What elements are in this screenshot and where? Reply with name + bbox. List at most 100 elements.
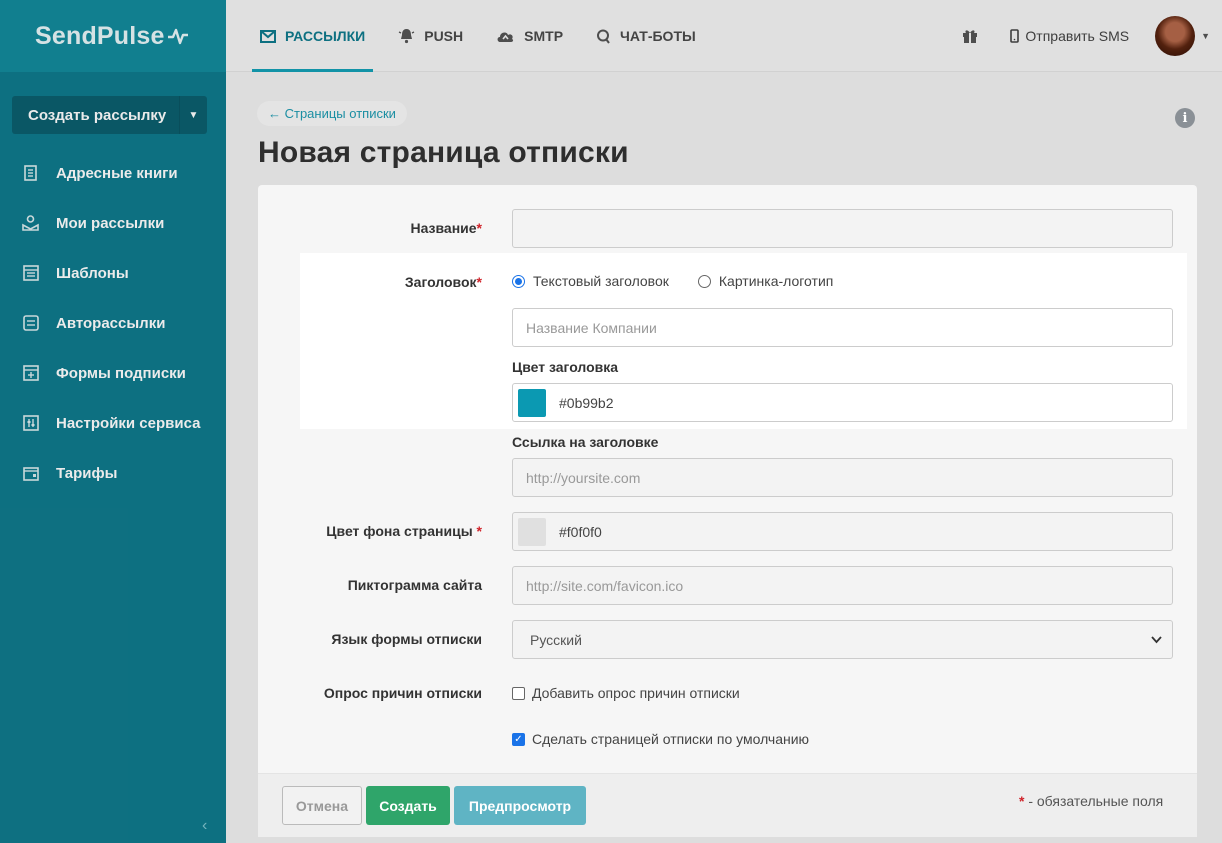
header-label: Заголовок*: [222, 274, 482, 290]
topbar: РАССЫЛКИ PUSH SMTP ЧАТ-БОТЫ Отправить SM…: [226, 0, 1222, 72]
tab-label: ЧАТ-БОТЫ: [620, 28, 696, 44]
sidebar-item-templates[interactable]: Шаблоны: [0, 248, 226, 298]
wallet-icon: [22, 465, 39, 482]
chevron-down-icon[interactable]: ▼: [1201, 31, 1210, 41]
pulse-icon: [167, 28, 188, 45]
mailings-icon: [22, 215, 39, 232]
sidebar-item-label: Мои рассылки: [56, 214, 165, 232]
sidebar-item-label: Настройки сервиса: [56, 414, 201, 432]
header-color-label: Цвет заголовка: [512, 359, 619, 375]
default-page-checkbox-row[interactable]: ✓ Сделать страницей отписки по умолчанию: [512, 731, 809, 747]
name-label-text: Название: [410, 220, 477, 236]
header-color-value: #0b99b2: [559, 394, 614, 411]
logo-area: SendPulse: [0, 0, 226, 72]
tab-label: PUSH: [424, 28, 464, 44]
tab-label: РАССЫЛКИ: [285, 28, 366, 44]
chevron-down-icon: [1151, 633, 1162, 647]
brand-logo[interactable]: SendPulse: [35, 22, 189, 51]
send-sms-link[interactable]: Отправить SMS: [1010, 28, 1129, 44]
radio-text-header[interactable]: [512, 274, 525, 288]
tab-mailings[interactable]: РАССЫЛКИ: [252, 0, 374, 72]
header-link-placeholder: http://yoursite.com: [526, 469, 641, 486]
sidebar-item-address-books[interactable]: Адресные книги: [0, 148, 226, 198]
side-nav: Адресные книги Мои рассылки Шаблоны Авто…: [0, 148, 226, 498]
favicon-placeholder: http://site.com/favicon.ico: [526, 577, 684, 594]
required-mark: *: [476, 220, 482, 236]
sidebar-item-label: Тарифы: [56, 464, 118, 482]
top-navigation: РАССЫЛКИ PUSH SMTP ЧАТ-БОТЫ: [252, 0, 721, 72]
brand-name: SendPulse: [35, 21, 165, 50]
sidebar-item-label: Шаблоны: [56, 264, 129, 282]
survey-checkbox-row[interactable]: Добавить опрос причин отписки: [512, 685, 740, 701]
forms-icon: [22, 365, 39, 382]
sidebar-item-label: Адресные книги: [56, 164, 178, 182]
bg-color-label-text: Цвет фона страницы: [326, 523, 473, 539]
breadcrumb[interactable]: ← Страницы отписки: [257, 101, 407, 126]
required-mark: *: [476, 274, 482, 290]
envelope-icon: [260, 29, 276, 43]
tab-push[interactable]: PUSH: [390, 0, 471, 72]
default-page-checkbox[interactable]: ✓: [512, 732, 525, 746]
default-page-checkbox-label[interactable]: Сделать страницей отписки по умолчанию: [532, 731, 809, 747]
favicon-label: Пиктограмма сайта: [347, 577, 482, 593]
page-title: Новая страница отписки: [258, 136, 629, 169]
create-mailing-button[interactable]: Создать рассылку ▼: [12, 96, 207, 134]
header-color-input[interactable]: #0b99b2: [512, 383, 1173, 422]
required-note-text: - обязательные поля: [1028, 793, 1164, 809]
sidebar-item-my-mailings[interactable]: Мои рассылки: [0, 198, 226, 248]
sidebar-item-automation[interactable]: Авторассылки: [0, 298, 226, 348]
radio-logo-header[interactable]: [697, 274, 711, 288]
preview-button[interactable]: Предпросмотр: [454, 786, 586, 825]
cloud-upload-icon: [496, 29, 515, 43]
sidebar-item-service-settings[interactable]: Настройки сервиса: [0, 398, 226, 448]
radio-text-header-label[interactable]: Текстовый заголовок: [533, 273, 669, 289]
favicon-input[interactable]: http://site.com/favicon.ico: [512, 566, 1173, 605]
collapse-sidebar-icon[interactable]: ‹: [202, 817, 207, 835]
survey-checkbox-label[interactable]: Добавить опрос причин отписки: [532, 685, 740, 701]
header-link-input[interactable]: http://yoursite.com: [512, 458, 1173, 497]
survey-checkbox[interactable]: [512, 686, 525, 700]
automation-icon: [22, 315, 39, 332]
avatar[interactable]: [1155, 16, 1196, 56]
language-label: Язык формы отписки: [331, 631, 482, 647]
header-label-text: Заголовок: [404, 274, 477, 290]
sidebar-item-label: Формы подписки: [56, 364, 186, 382]
create-mailing-label: Создать рассылку: [28, 106, 167, 124]
language-select[interactable]: Русский: [512, 620, 1173, 659]
chat-icon: [596, 29, 611, 44]
name-label: Название*: [222, 220, 482, 236]
radio-logo-header-label[interactable]: Картинка-логотип: [719, 273, 833, 289]
settings-icon: [22, 415, 39, 432]
address-book-icon: [22, 165, 39, 182]
bg-color-value: #f0f0f0: [559, 523, 602, 540]
bg-color-label: Цвет фона страницы *: [222, 523, 482, 539]
language-value: Русский: [530, 631, 582, 648]
tab-label: SMTP: [524, 28, 564, 44]
header-link-label: Ссылка на заголовке: [512, 434, 659, 450]
info-icon[interactable]: i: [1175, 108, 1195, 128]
header-type-radios: Текстовый заголовок Картинка-логотип: [512, 273, 862, 289]
required-mark: *: [1019, 793, 1025, 809]
sidebar: SendPulse Создать рассылку ▼ Адресные кн…: [0, 0, 226, 843]
chevron-down-icon[interactable]: ▼: [179, 96, 207, 134]
bg-color-input[interactable]: #f0f0f0: [512, 512, 1173, 551]
tab-chatbots[interactable]: ЧАТ-БОТЫ: [588, 0, 704, 72]
cancel-button[interactable]: Отмена: [282, 786, 362, 825]
sidebar-item-label: Авторассылки: [56, 314, 166, 332]
company-name-input[interactable]: Название Компании: [512, 308, 1173, 347]
create-button[interactable]: Создать: [366, 786, 450, 825]
bell-icon: [398, 28, 415, 44]
sidebar-item-subscription-forms[interactable]: Формы подписки: [0, 348, 226, 398]
required-mark: *: [476, 523, 482, 539]
bg-color-swatch[interactable]: [518, 517, 546, 546]
gift-icon[interactable]: [962, 28, 978, 44]
sidebar-item-tariffs[interactable]: Тарифы: [0, 448, 226, 498]
templates-icon: [22, 265, 39, 282]
header-color-swatch[interactable]: [518, 388, 546, 417]
tab-smtp[interactable]: SMTP: [488, 0, 571, 72]
send-sms-label: Отправить SMS: [1025, 28, 1130, 44]
phone-icon: [1010, 29, 1020, 43]
survey-label: Опрос причин отписки: [323, 685, 482, 701]
name-input[interactable]: [512, 209, 1173, 248]
company-name-placeholder: Название Компании: [526, 319, 657, 336]
